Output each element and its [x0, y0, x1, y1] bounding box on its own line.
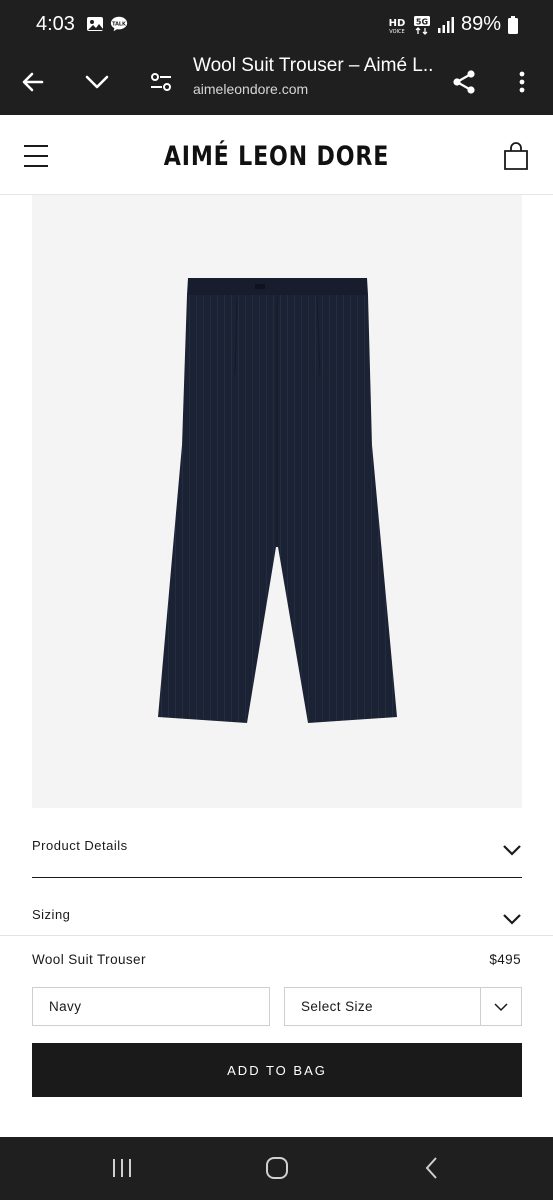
size-select-value: Select Size [301, 999, 373, 1014]
recent-apps-icon [113, 1159, 131, 1177]
status-time: 4:03 [36, 13, 75, 35]
menu-button[interactable] [24, 143, 50, 169]
site-header: AIMÉ LEON DORE [0, 115, 553, 195]
shopping-bag-button[interactable] [503, 141, 529, 171]
product-price: $495 [489, 952, 521, 967]
product-details-label: Product Details [32, 838, 128, 853]
chevron-down-icon [503, 845, 521, 856]
tune-icon [151, 73, 171, 91]
product-details-accordion[interactable]: Product Details [32, 837, 522, 865]
chevron-down-icon [85, 75, 109, 89]
svg-text:HD: HD [389, 18, 406, 29]
add-to-bag-button[interactable]: ADD TO BAG [32, 1043, 522, 1097]
svg-text:5G: 5G [416, 17, 428, 26]
chevron-down-icon [494, 1002, 508, 1011]
trouser-illustration [158, 278, 397, 723]
signal-icon [437, 16, 454, 33]
more-options-button[interactable] [502, 62, 542, 102]
page-url[interactable]: aimeleondore.com [193, 81, 308, 97]
color-select[interactable]: Navy [32, 987, 270, 1026]
hamburger-line [24, 155, 48, 157]
site-logo[interactable]: AIMÉ LEON DORE [50, 141, 503, 172]
page-title[interactable]: Wool Suit Trouser – Aimé L... [193, 55, 433, 77]
site-settings-button[interactable] [141, 62, 181, 102]
share-button[interactable] [444, 62, 484, 102]
gallery-notification-icon [87, 17, 103, 31]
battery-percent: 89% [460, 13, 501, 35]
recent-apps-button[interactable] [105, 1153, 139, 1183]
browser-toolbar: Wool Suit Trouser – Aimé L... aimeleondo… [0, 50, 553, 115]
back-chevron-icon [425, 1157, 437, 1179]
status-notification-icons: TALK [86, 15, 128, 33]
talk-notification-icon: TALK [110, 16, 128, 32]
purchase-panel: Wool Suit Trouser $495 Navy Select Size … [0, 935, 553, 1135]
home-icon [266, 1157, 288, 1179]
hd-voice-icon: HD VOICE [389, 18, 406, 35]
svg-text:VOICE: VOICE [389, 29, 404, 35]
chevron-down-icon [503, 914, 521, 925]
collapse-button[interactable] [77, 62, 117, 102]
product-name: Wool Suit Trouser [32, 952, 146, 967]
system-navigation-bar [0, 1137, 553, 1200]
home-button[interactable] [260, 1153, 294, 1183]
color-select-value: Navy [49, 999, 82, 1014]
status-right-group: HD VOICE 5G 89% [387, 13, 519, 36]
5g-network-icon: 5G [413, 15, 430, 35]
sizing-accordion[interactable]: Sizing [32, 906, 522, 932]
battery-icon [508, 15, 518, 34]
more-vertical-icon [519, 71, 525, 93]
svg-text:TALK: TALK [112, 21, 126, 27]
sizing-label: Sizing [32, 907, 71, 922]
accordion-divider [32, 877, 522, 878]
hamburger-line [24, 145, 48, 147]
share-icon [453, 70, 475, 94]
status-bar: 4:03 TALK HD VOICE 5G 89% [0, 0, 553, 50]
product-image[interactable] [32, 195, 522, 808]
system-back-button[interactable] [415, 1153, 449, 1183]
size-select-toggle[interactable] [480, 988, 521, 1025]
back-button[interactable] [13, 62, 53, 102]
size-select[interactable]: Select Size [284, 987, 522, 1026]
arrow-left-icon [22, 72, 44, 92]
shopping-bag-icon [504, 142, 528, 170]
hamburger-line [24, 165, 48, 167]
